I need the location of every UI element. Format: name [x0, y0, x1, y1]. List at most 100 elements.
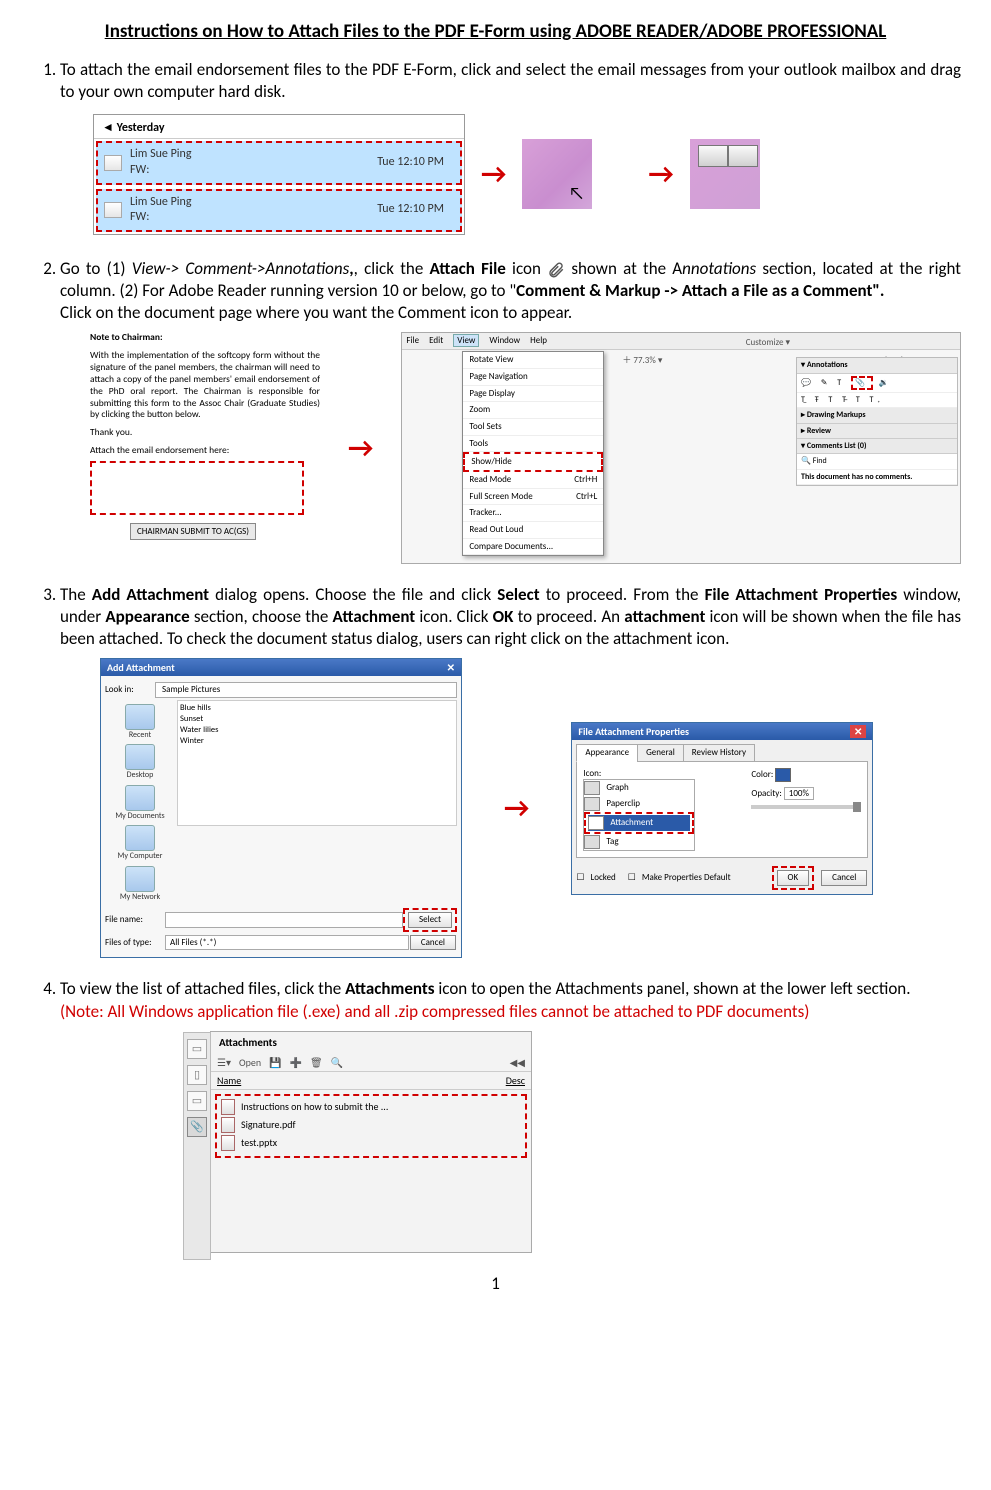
menu-page-nav[interactable]: Page Navigation	[463, 369, 603, 386]
attachment-row[interactable]: Signature.pdf	[221, 1116, 521, 1134]
close-icon[interactable]: ✕	[447, 661, 455, 674]
search-icon[interactable]: 🔍	[331, 1056, 343, 1069]
arrow-icon: →	[481, 156, 506, 192]
lookin-field[interactable]: Sample Pictures	[155, 682, 457, 698]
menu-rotate[interactable]: Rotate View	[463, 352, 603, 369]
mail-row-2[interactable]: Lim Sue Ping FW: Tue 12:10 PM	[96, 189, 462, 232]
annotations-section[interactable]: Annotations	[807, 360, 848, 370]
options-icon[interactable]: ☰▾	[217, 1056, 231, 1069]
place-mycomputer[interactable]: My Computer	[105, 825, 175, 861]
attach-file-tool-icon[interactable]: 📎	[851, 376, 873, 390]
filename-field[interactable]	[165, 912, 403, 928]
open-button[interactable]: Open	[239, 1056, 261, 1069]
opacity-label: Opacity:	[751, 788, 781, 799]
add-attachment-dialog: Add Attachment ✕ Look in: Sample Pictures…	[100, 658, 462, 958]
adobe-window: File Edit View Window Help Tools Sign Co…	[401, 332, 961, 564]
tab-general[interactable]: General	[637, 744, 684, 762]
step-3: The Add Attachment dialog opens. Choose …	[60, 584, 961, 958]
opacity-field[interactable]: 100%	[784, 787, 814, 800]
place-recent[interactable]: Recent	[105, 704, 175, 740]
menu-zoom[interactable]: Zoom	[463, 402, 603, 419]
thumbnails-icon[interactable]: ▭	[187, 1039, 207, 1059]
attachments-toolbar: ☰▾ Open 💾 ➕ 🗑 🔍 ◀◀	[211, 1054, 531, 1072]
filetype-field[interactable]: All Files (*.*)	[165, 935, 409, 951]
places-sidebar: Recent Desktop My Documents My Computer …	[105, 700, 175, 906]
attachment-row[interactable]: Instructions on how to submit the ...	[221, 1098, 521, 1116]
make-default-checkbox[interactable]: Make Properties Default	[642, 872, 731, 884]
add-icon[interactable]: ➕	[290, 1056, 302, 1069]
comments-list-section[interactable]: Comments List (0)	[807, 441, 867, 451]
menu-page-display[interactable]: Page Display	[463, 386, 603, 403]
customize-button[interactable]: Customize	[746, 337, 784, 348]
dialog-title: Add Attachment	[107, 661, 175, 674]
step2-figure: Note to Chairman: With the implementatio…	[90, 332, 961, 564]
icon-tag[interactable]: Tag	[584, 834, 694, 850]
chairman-submit-button[interactable]: CHAIRMAN SUBMIT TO AC(GS)	[130, 523, 256, 540]
attachment-row[interactable]: test.pptx	[221, 1134, 521, 1152]
step3-figure: Add Attachment ✕ Look in: Sample Pictures…	[100, 658, 961, 958]
menu-read-mode[interactable]: Read Mode	[469, 474, 511, 485]
comment-side-panel: ▾ Annotations 💬 ✎ T 📎 🔉 T̲ Ŧ T T̶ T T₊ ▸…	[796, 357, 958, 486]
attachment-columns: Name Desc	[211, 1072, 531, 1090]
tab-appearance[interactable]: Appearance	[576, 744, 638, 762]
col-name[interactable]: Name	[217, 1074, 506, 1087]
menu-read-out-loud[interactable]: Read Out Loud	[463, 522, 603, 539]
note-heading: Note to Chairman:	[90, 332, 320, 344]
select-button[interactable]: Select	[408, 912, 452, 928]
delete-icon[interactable]: 🗑	[310, 1056, 323, 1069]
desktop-result	[690, 139, 760, 209]
mail-subject: FW:	[130, 163, 377, 179]
icon-paperclip[interactable]: Paperclip	[584, 796, 694, 812]
menu-full-screen[interactable]: Full Screen Mode	[469, 491, 532, 502]
locked-checkbox[interactable]: Locked	[590, 872, 615, 884]
file-attachment-properties-dialog: File Attachment Properties✕ AppearanceGe…	[571, 722, 873, 895]
review-section[interactable]: Review	[807, 426, 831, 436]
menu-tools[interactable]: Tools	[463, 436, 603, 453]
menu-view[interactable]: View	[453, 334, 479, 347]
drawing-markups-section[interactable]: Drawing Markups	[807, 410, 866, 420]
mail-time: Tue 12:10 PM	[377, 202, 444, 218]
menu-compare[interactable]: Compare Documents...	[463, 539, 603, 556]
menu-show-hide[interactable]: Show/Hide	[463, 452, 603, 472]
icon-label: Icon:	[583, 768, 751, 780]
menu-bar[interactable]: File Edit View Window Help	[402, 333, 960, 350]
cancel-button[interactable]: Cancel	[410, 935, 456, 951]
color-label: Color:	[751, 769, 773, 780]
bookmarks-icon[interactable]: ▯	[187, 1065, 207, 1085]
step-4: To view the list of attached files, clic…	[60, 978, 961, 1252]
mail-file-icon	[698, 145, 728, 167]
menu-edit[interactable]: Edit	[429, 335, 443, 346]
menu-help[interactable]: Help	[530, 335, 547, 346]
color-swatch[interactable]	[775, 768, 791, 782]
opacity-slider[interactable]	[853, 802, 861, 812]
save-icon[interactable]: 💾	[269, 1056, 281, 1069]
collapse-icon[interactable]: ◀◀	[510, 1056, 525, 1069]
place-mydocs[interactable]: My Documents	[105, 785, 175, 821]
menu-tracker[interactable]: Tracker...	[463, 505, 603, 522]
property-tabs[interactable]: AppearanceGeneralReview History	[576, 744, 868, 762]
ok-button[interactable]: OK	[777, 870, 810, 886]
mail-icon	[104, 202, 122, 218]
cancel-button[interactable]: Cancel	[821, 870, 867, 886]
lookin-label: Look in:	[105, 684, 155, 696]
tab-review-history[interactable]: Review History	[683, 744, 755, 762]
attachments-icon[interactable]: 📎	[187, 1117, 207, 1137]
attachments-title: Attachments	[211, 1032, 531, 1054]
attachment-drop-area[interactable]	[90, 461, 304, 515]
menu-window[interactable]: Window	[489, 335, 520, 346]
file-icon	[221, 1135, 235, 1151]
pages-icon[interactable]: ▭	[187, 1091, 207, 1111]
view-menu-dropdown[interactable]: Rotate View Page Navigation Page Display…	[462, 351, 604, 556]
file-list[interactable]: Blue hills Sunset Water lilies Winter	[177, 700, 457, 826]
icon-attachment[interactable]: Attachment	[588, 815, 690, 831]
place-mynetwork[interactable]: My Network	[105, 866, 175, 902]
find-field[interactable]: Find	[813, 456, 827, 466]
mail-row-1[interactable]: Lim Sue Ping FW: Tue 12:10 PM	[96, 141, 462, 184]
icon-graph[interactable]: Graph	[584, 780, 694, 796]
place-desktop[interactable]: Desktop	[105, 744, 175, 780]
menu-file[interactable]: File	[406, 335, 419, 346]
menu-tool-sets[interactable]: Tool Sets	[463, 419, 603, 436]
zoom-level[interactable]: 77.3%	[633, 355, 655, 366]
close-icon[interactable]: ✕	[850, 725, 866, 738]
col-desc[interactable]: Desc	[506, 1074, 525, 1087]
